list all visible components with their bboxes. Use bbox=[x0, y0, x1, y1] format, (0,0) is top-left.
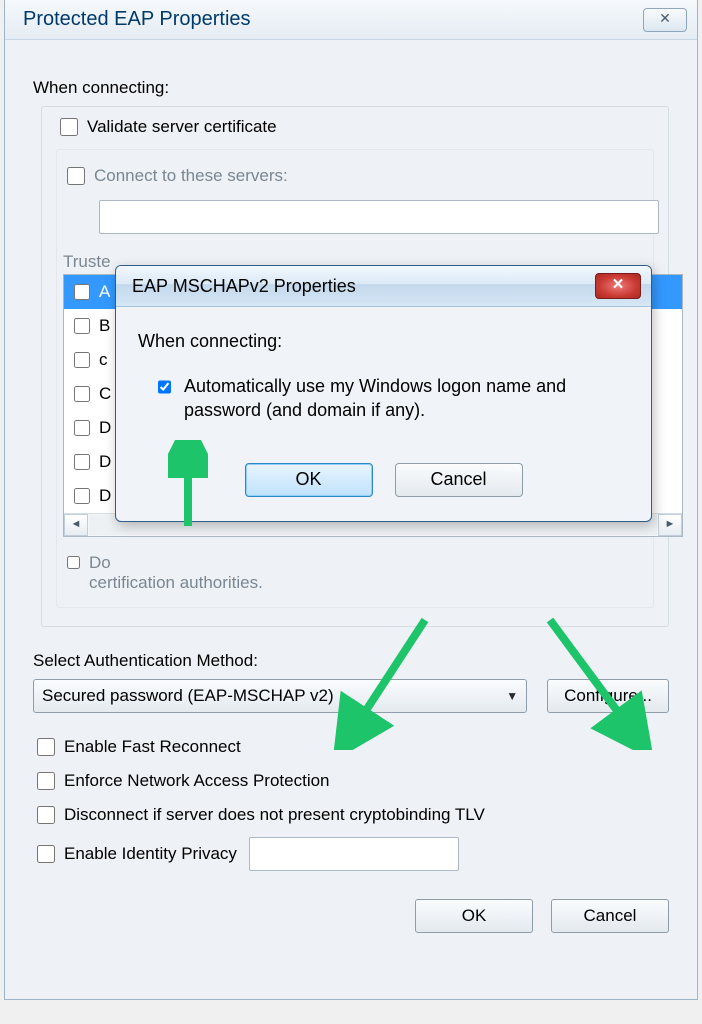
when-connecting-label: When connecting: bbox=[33, 78, 677, 98]
nap-label: Enforce Network Access Protection bbox=[64, 771, 330, 791]
list-item-label: C bbox=[99, 384, 111, 404]
dont-prompt-label: Do certification authorities. bbox=[89, 553, 263, 593]
validate-certificate-checkbox[interactable] bbox=[60, 118, 78, 136]
connect-servers-checkbox[interactable] bbox=[67, 167, 85, 185]
list-item-label: D bbox=[99, 452, 111, 472]
dialog-close-button[interactable]: ✕ bbox=[595, 273, 641, 299]
auto-logon-checkbox[interactable] bbox=[158, 378, 171, 396]
dialog-body: When connecting: Automatically use my Wi… bbox=[116, 307, 651, 521]
list-item-checkbox[interactable] bbox=[74, 284, 90, 300]
list-item-checkbox[interactable] bbox=[74, 454, 90, 470]
dialog-when-connecting-label: When connecting: bbox=[138, 331, 629, 352]
list-item-checkbox[interactable] bbox=[74, 420, 90, 436]
cancel-button[interactable]: Cancel bbox=[551, 899, 669, 933]
window-title: Protected EAP Properties bbox=[23, 8, 251, 31]
list-item-label: c bbox=[99, 350, 108, 370]
list-item-checkbox[interactable] bbox=[74, 318, 90, 334]
dialog-title: EAP MSCHAPv2 Properties bbox=[132, 276, 356, 297]
dialog-cancel-button[interactable]: Cancel bbox=[395, 463, 523, 497]
fast-reconnect-checkbox[interactable] bbox=[37, 738, 55, 756]
scroll-left-button[interactable]: ◄ bbox=[64, 514, 88, 536]
list-item-label: B bbox=[99, 316, 110, 336]
identity-privacy-label: Enable Identity Privacy bbox=[64, 844, 237, 864]
validate-certificate-label: Validate server certificate bbox=[87, 117, 277, 137]
ok-button[interactable]: OK bbox=[415, 899, 533, 933]
list-item-label: D bbox=[99, 418, 111, 438]
dont-prompt-checkbox[interactable] bbox=[67, 556, 80, 569]
identity-privacy-input[interactable] bbox=[249, 837, 459, 871]
cryptobinding-checkbox[interactable] bbox=[37, 806, 55, 824]
dont-prompt-line2: certification authorities. bbox=[89, 573, 263, 592]
dialog-titlebar: EAP MSCHAPv2 Properties ✕ bbox=[116, 266, 651, 307]
list-item-label: A bbox=[99, 282, 110, 302]
auth-method-value: Secured password (EAP-MSCHAP v2) bbox=[42, 686, 334, 706]
chevron-down-icon: ▼ bbox=[506, 689, 518, 703]
identity-privacy-checkbox[interactable] bbox=[37, 845, 55, 863]
list-item-checkbox[interactable] bbox=[74, 488, 90, 504]
connect-servers-input[interactable] bbox=[99, 200, 659, 234]
nap-checkbox[interactable] bbox=[37, 772, 55, 790]
list-item-label: D bbox=[99, 486, 111, 506]
cryptobinding-label: Disconnect if server does not present cr… bbox=[64, 805, 485, 825]
auto-logon-label: Automatically use my Windows logon name … bbox=[184, 374, 629, 423]
fast-reconnect-label: Enable Fast Reconnect bbox=[64, 737, 241, 757]
window-close-button[interactable]: ✕ bbox=[643, 8, 687, 32]
dont-prompt-line1: Do bbox=[89, 553, 111, 572]
auth-method-combobox[interactable]: Secured password (EAP-MSCHAP v2) ▼ bbox=[33, 679, 527, 713]
window-titlebar: Protected EAP Properties ✕ bbox=[5, 0, 697, 40]
list-item-checkbox[interactable] bbox=[74, 386, 90, 402]
scroll-right-button[interactable]: ► bbox=[658, 514, 682, 536]
auth-method-label: Select Authentication Method: bbox=[33, 651, 677, 671]
eap-mschapv2-dialog: EAP MSCHAPv2 Properties ✕ When connectin… bbox=[115, 265, 652, 522]
dialog-ok-button[interactable]: OK bbox=[245, 463, 373, 497]
configure-button[interactable]: Configure... bbox=[547, 679, 669, 713]
list-item-checkbox[interactable] bbox=[74, 352, 90, 368]
connect-servers-label: Connect to these servers: bbox=[94, 166, 288, 186]
